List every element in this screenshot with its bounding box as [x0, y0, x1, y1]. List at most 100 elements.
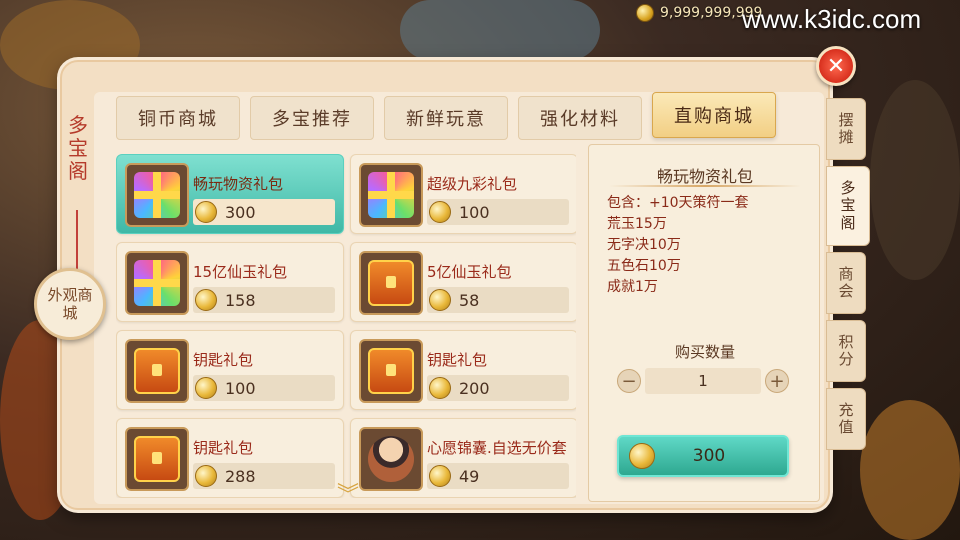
tab-label: 铜币商城: [138, 109, 218, 130]
treasure-chest-icon: [368, 348, 414, 394]
detail-line: 成就1万: [607, 279, 658, 295]
side-tab-points[interactable]: 积分: [826, 320, 866, 382]
coin-icon: [636, 4, 654, 22]
quantity-stepper: − 1 +: [617, 367, 789, 395]
item-icon-frame: [359, 339, 423, 403]
shop-title-char: 多: [68, 112, 88, 137]
side-tab-guild[interactable]: 商会: [826, 252, 866, 314]
treasure-chest-icon: [368, 260, 414, 306]
shop-item-card[interactable]: 钥匙礼包 288: [116, 418, 344, 498]
item-name: 心愿锦囊.自选无价套: [427, 439, 567, 457]
side-tab-label: 充值: [838, 400, 854, 436]
outer-shop-label: 外观商城: [47, 286, 93, 322]
side-tab-label: 商会: [838, 264, 854, 300]
tab-label: 强化材料: [540, 109, 620, 130]
item-price: 58: [459, 290, 480, 310]
character-outfit-icon: [368, 436, 414, 482]
detail-line: 五色石10万: [607, 258, 681, 274]
side-tab-recharge[interactable]: 充值: [826, 388, 866, 450]
rainbow-gift-box-icon: [134, 172, 180, 218]
item-name: 钥匙礼包: [193, 351, 254, 369]
treasure-chest-icon: [134, 436, 180, 482]
item-grid: 畅玩物资礼包 300 超级九彩礼包 100 15亿仙玉礼包 158 5亿仙玉礼包 58 钥匙礼包…: [116, 154, 576, 498]
game-scene: 9,999,999,999 www.k3idc.com 多 宝 阁 外观商城 铜…: [0, 0, 960, 540]
shop-title-char: 宝: [68, 135, 88, 160]
coin-icon: [429, 377, 451, 399]
shop-item-card[interactable]: 畅玩物资礼包 300: [116, 154, 344, 234]
shop-item-card[interactable]: 超级九彩礼包 100: [350, 154, 576, 234]
item-price: 300: [225, 202, 256, 222]
shop-item-card[interactable]: 钥匙礼包 100: [116, 330, 344, 410]
tab-label: 直购商城: [674, 106, 754, 127]
item-price-bar: 100: [193, 375, 335, 401]
coin-icon: [429, 465, 451, 487]
quantity-label: 购买数量: [674, 343, 735, 361]
tab-recommended[interactable]: 多宝推荐: [250, 96, 374, 140]
watermark: www.k3idc.com: [742, 4, 922, 34]
item-icon-frame: [359, 251, 423, 315]
coin-icon: [195, 201, 217, 223]
item-price: 288: [225, 466, 256, 486]
side-tabs: 摆摊 多宝阁 商会 积分 充值: [826, 98, 870, 450]
shop-item-card[interactable]: 心愿锦囊.自选无价套 49: [350, 418, 576, 498]
background-decoration: [860, 400, 960, 540]
shop-item-card[interactable]: 15亿仙玉礼包 158: [116, 242, 344, 322]
quantity-input[interactable]: 1: [645, 368, 761, 394]
side-tab-treasure-pavilion[interactable]: 多宝阁: [826, 166, 870, 246]
item-icon-frame: [125, 163, 189, 227]
item-price-bar: 158: [193, 287, 335, 313]
item-price: 200: [459, 378, 490, 398]
shop-item-card[interactable]: 钥匙礼包 200: [350, 330, 576, 410]
coin-icon: [429, 289, 451, 311]
side-tab-label: 多宝阁: [840, 179, 856, 232]
tab-enhance-materials[interactable]: 强化材料: [518, 96, 642, 140]
item-price-bar: 49: [427, 463, 569, 489]
item-icon-frame: [125, 339, 189, 403]
detail-line: 包含：+10天策符一套: [607, 195, 749, 211]
item-detail-panel: 畅玩物资礼包 包含：+10天策符一套 荒玉15万 无字决10万 五色石10万 成…: [588, 144, 820, 502]
side-tab-label: 积分: [838, 332, 854, 368]
buy-price: 300: [692, 446, 726, 466]
item-price: 100: [459, 202, 490, 222]
coin-icon: [195, 465, 217, 487]
shop-title: 多 宝 阁: [58, 88, 98, 208]
shop-item-card[interactable]: 5亿仙玉礼包 58: [350, 242, 576, 322]
detail-title: 畅玩物资礼包: [656, 167, 753, 186]
tab-label: 多宝推荐: [272, 109, 352, 130]
buy-button[interactable]: 300: [617, 435, 789, 477]
item-name: 钥匙礼包: [193, 439, 254, 457]
shop-title-char: 阁: [68, 158, 88, 183]
item-name: 钥匙礼包: [427, 351, 488, 369]
detail-contents: 包含：+10天策符一套 荒玉15万 无字决10万 五色石10万 成就1万: [607, 193, 749, 298]
item-price-bar: 288: [193, 463, 335, 489]
item-price-bar: 58: [427, 287, 569, 313]
tab-copper-shop[interactable]: 铜币商城: [116, 96, 240, 140]
decrease-button[interactable]: −: [617, 369, 641, 393]
rainbow-gift-box-icon: [368, 172, 414, 218]
item-name: 畅玩物资礼包: [193, 175, 284, 193]
tab-novelties[interactable]: 新鲜玩意: [384, 96, 508, 140]
tab-label: 新鲜玩意: [406, 109, 486, 130]
coin-icon: [629, 443, 655, 469]
tassel-cord: [76, 210, 78, 270]
detail-divider: [609, 185, 801, 187]
scroll-down-icon[interactable]: ︾: [333, 482, 363, 508]
item-name: 15亿仙玉礼包: [193, 263, 288, 281]
increase-button[interactable]: +: [765, 369, 789, 393]
item-icon-frame: [359, 163, 423, 227]
detail-line: 无字决10万: [607, 237, 681, 253]
outer-shop-button[interactable]: 外观商城: [34, 268, 106, 340]
side-tab-stall[interactable]: 摆摊: [826, 98, 866, 160]
close-button[interactable]: ✕: [816, 46, 856, 86]
item-icon-frame: [359, 427, 423, 491]
item-name: 超级九彩礼包: [427, 175, 518, 193]
background-decoration: [870, 80, 960, 280]
detail-line: 荒玉15万: [607, 216, 667, 232]
item-price: 49: [459, 466, 480, 486]
tab-direct-purchase[interactable]: 直购商城: [652, 92, 776, 138]
shop-tabs: 铜币商城 多宝推荐 新鲜玩意 强化材料 直购商城: [116, 92, 776, 140]
rainbow-gift-box-icon: [134, 260, 180, 306]
item-icon-frame: [125, 427, 189, 491]
item-price-bar: 300: [193, 199, 335, 225]
item-price: 158: [225, 290, 256, 310]
